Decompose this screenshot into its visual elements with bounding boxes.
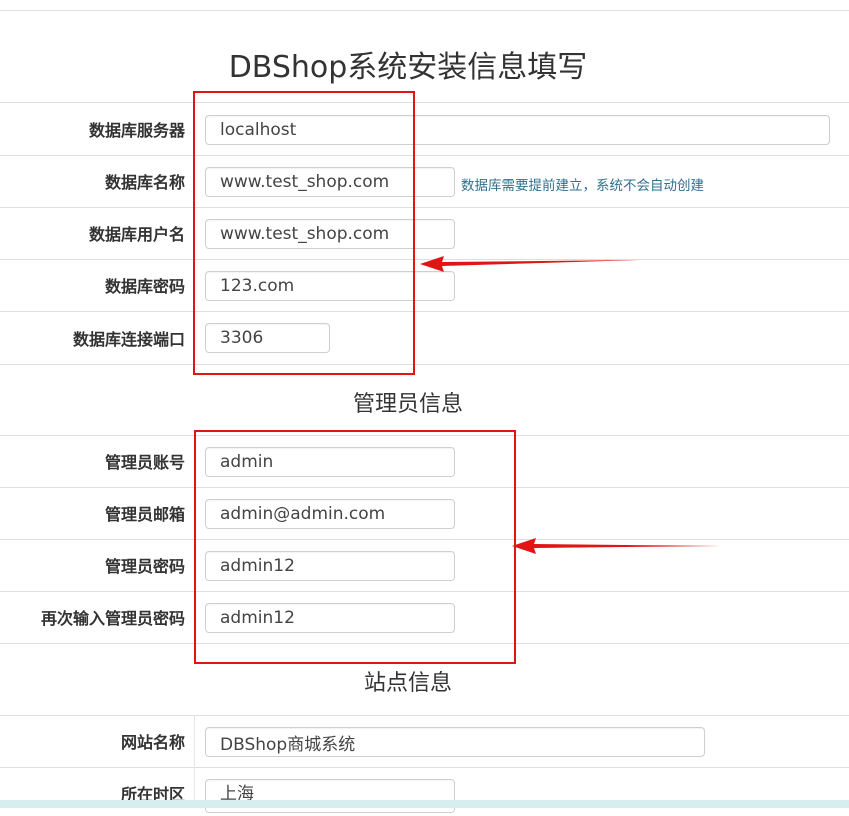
db-password-label: 数据库密码 <box>104 277 185 296</box>
admin-section-title: 管理员信息 <box>352 392 463 417</box>
site-name-label: 网站名称 <box>120 733 185 752</box>
annotation-box-admin <box>194 430 516 664</box>
row-divider <box>0 715 849 716</box>
row-divider <box>0 155 849 156</box>
row-divider <box>0 207 849 208</box>
row-divider <box>0 311 849 312</box>
bottom-bar <box>0 800 849 808</box>
annotation-arrow-database <box>420 256 640 272</box>
page-title: DBShop系统安装信息填写 <box>228 50 588 85</box>
column-divider <box>194 715 195 808</box>
admin-password-confirm-label: 再次输入管理员密码 <box>40 609 185 628</box>
db-name-label: 数据库名称 <box>104 173 185 192</box>
row-divider <box>0 767 849 768</box>
annotation-box-database <box>193 91 415 375</box>
row-divider <box>0 364 849 365</box>
site-section-title: 站点信息 <box>363 671 452 696</box>
top-divider <box>0 10 849 11</box>
annotation-arrow-admin <box>512 538 722 554</box>
site-name-input[interactable] <box>205 727 705 757</box>
admin-email-label: 管理员邮箱 <box>104 505 185 524</box>
admin-password-label: 管理员密码 <box>104 557 185 576</box>
admin-account-label: 管理员账号 <box>104 453 185 472</box>
row-divider <box>0 102 849 103</box>
db-server-label: 数据库服务器 <box>88 121 185 140</box>
db-name-hint: 数据库需要提前建立，系统不会自动创建 <box>461 178 704 194</box>
db-user-label: 数据库用户名 <box>88 225 185 244</box>
db-port-label: 数据库连接端口 <box>72 330 185 349</box>
